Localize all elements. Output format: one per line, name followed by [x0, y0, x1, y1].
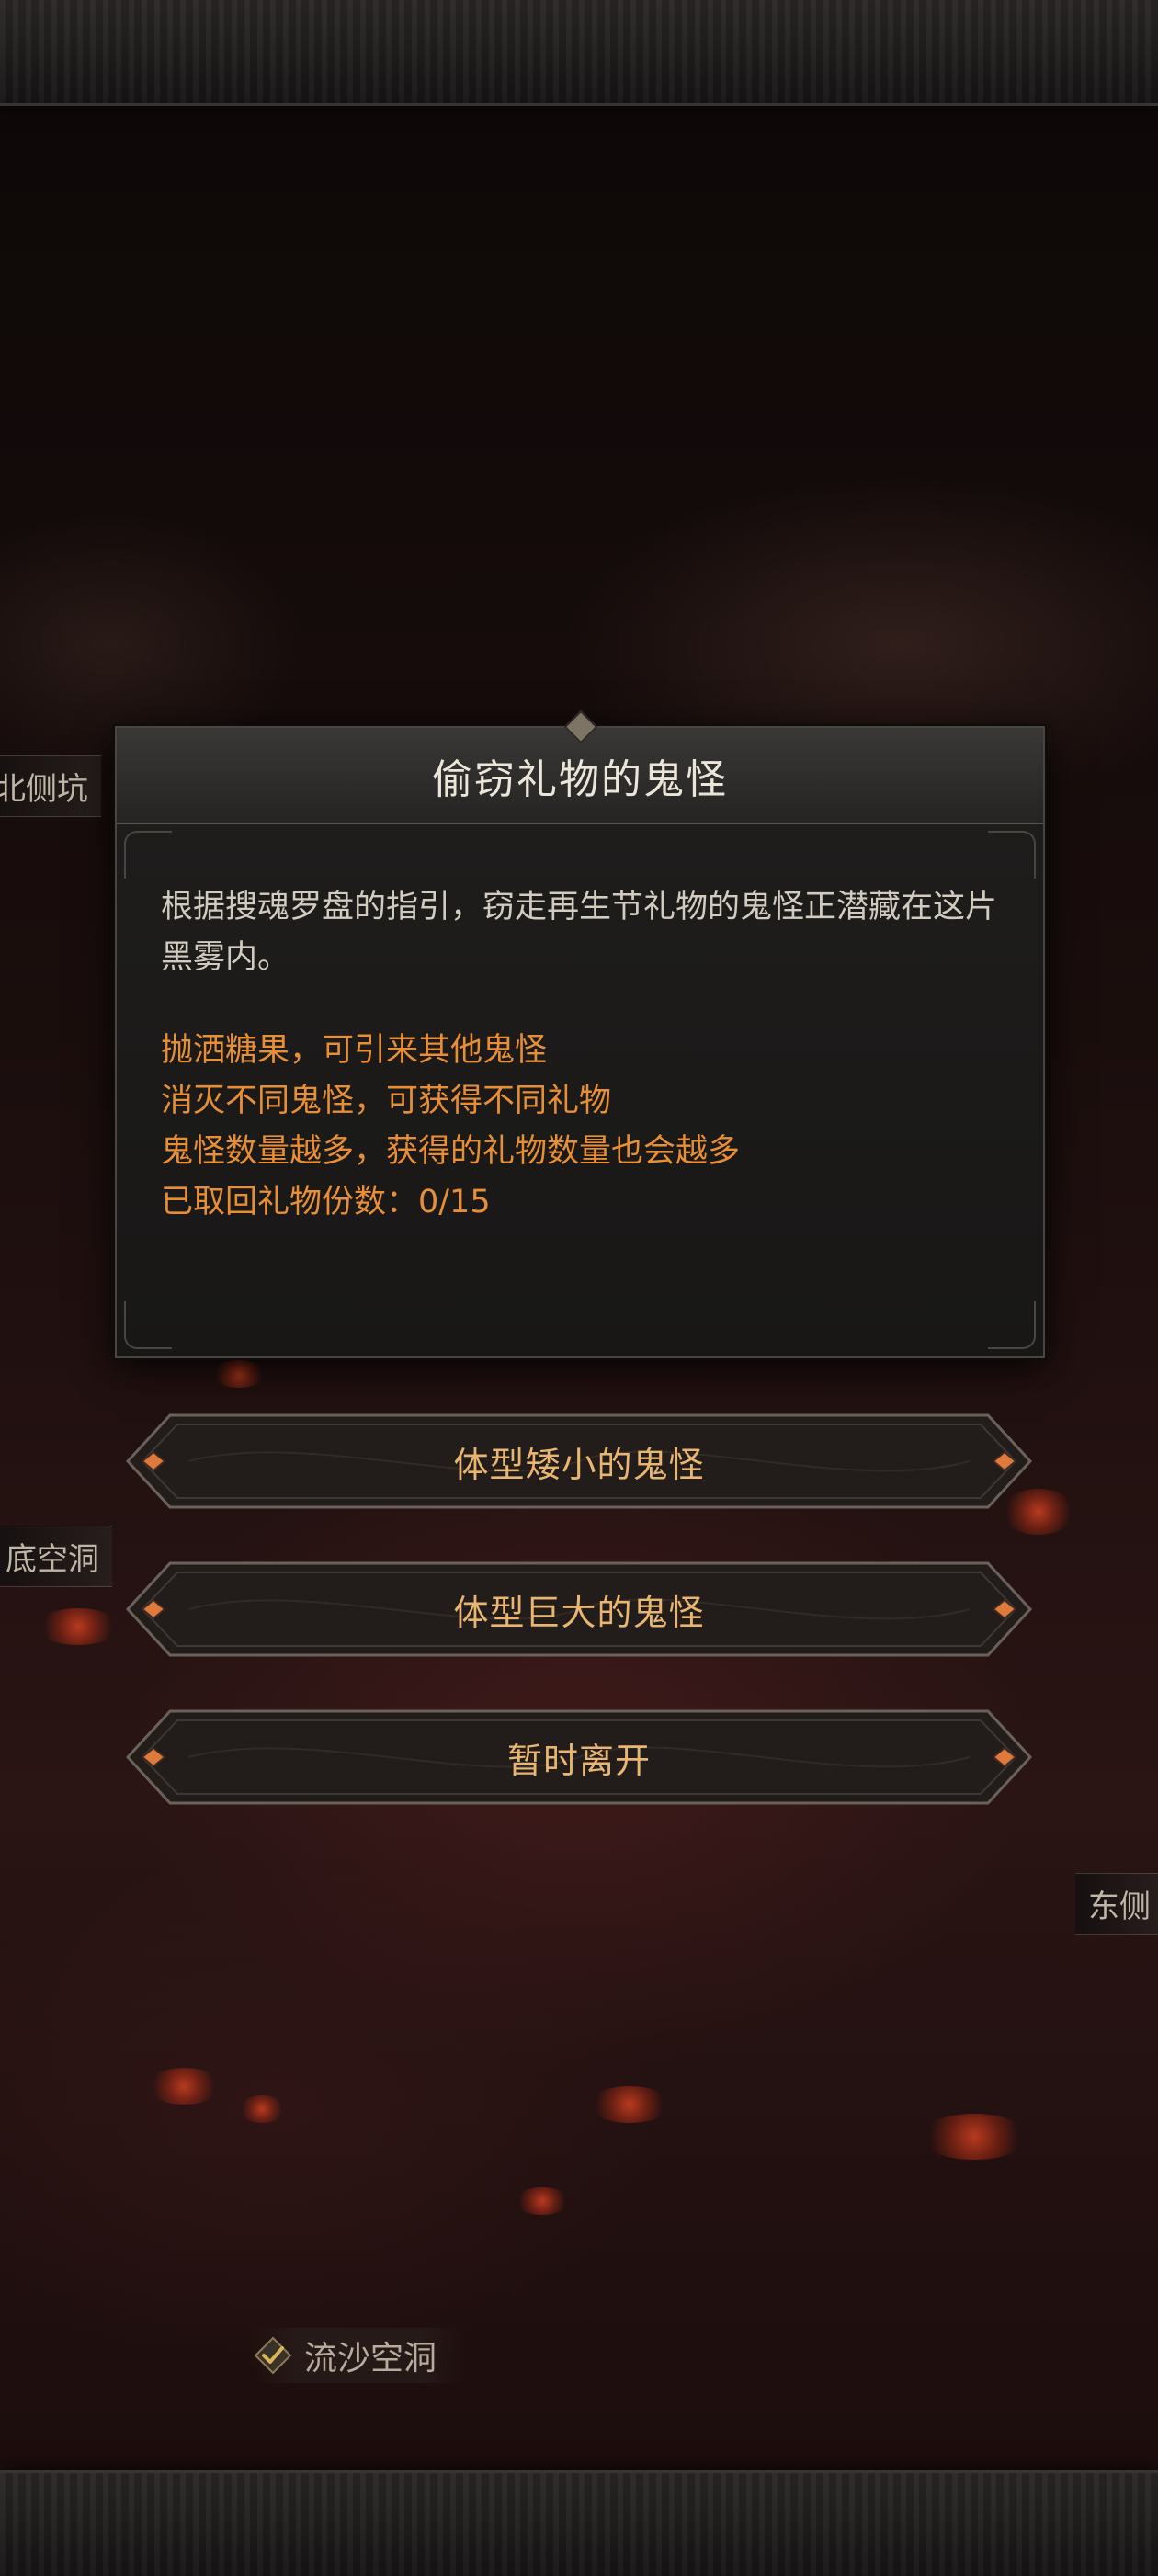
ember-decoration — [211, 1360, 267, 1388]
ember-decoration — [588, 2086, 671, 2123]
hint-list: 抛洒糖果，可引来其他鬼怪 消灭不同鬼怪，可获得不同礼物 鬼怪数量越多，获得的礼物… — [161, 1026, 1006, 1228]
ember-decoration — [37, 1608, 119, 1645]
map-label-north[interactable]: 北侧坑 — [0, 755, 101, 817]
dialog-description: 根据搜魂罗盘的指引，窃走再生节礼物的鬼怪正潜藏在这片黑雾内。 — [161, 889, 998, 976]
corner-ornament — [124, 1301, 172, 1349]
map-label-east[interactable]: 东侧 — [1075, 1873, 1158, 1935]
option-label: 体型巨大的鬼怪 — [453, 1592, 705, 1633]
checkmark-icon — [254, 2336, 292, 2375]
map-label-bottom-cave[interactable]: 底空洞 — [0, 1526, 112, 1587]
corner-ornament — [988, 1301, 1036, 1349]
bottom-frame-bar — [0, 2470, 1158, 2576]
dialog-title: 偷窃礼物的鬼怪 — [432, 755, 728, 803]
top-frame-bar — [0, 0, 1158, 106]
event-dialog: 偷窃礼物的鬼怪 根据搜魂罗盘的指引，窃走再生节礼物的鬼怪正潜藏在这片黑雾内。 抛… — [115, 709, 1045, 1358]
corner-ornament — [988, 831, 1036, 879]
hint-line: 消灭不同鬼怪，可获得不同礼物 — [161, 1083, 612, 1119]
option-label: 暂时离开 — [506, 1740, 651, 1781]
dialog-body: 根据搜魂罗盘的指引，窃走再生节礼物的鬼怪正潜藏在这片黑雾内。 抛洒糖果，可引来其… — [161, 882, 1006, 1228]
ember-decoration — [239, 2095, 285, 2123]
option-small-ghost-button[interactable]: 体型矮小的鬼怪 — [124, 1412, 1034, 1511]
hint-line: 鬼怪数量越多，获得的礼物数量也会越多 — [161, 1133, 741, 1170]
ember-decoration — [147, 2068, 221, 2105]
option-large-ghost-button[interactable]: 体型巨大的鬼怪 — [124, 1560, 1034, 1659]
ember-decoration — [919, 2114, 1029, 2160]
hint-line: 抛洒糖果，可引来其他鬼怪 — [161, 1032, 548, 1069]
location-marker-quicksand[interactable]: 流沙空洞 — [253, 2328, 465, 2383]
option-label: 体型矮小的鬼怪 — [453, 1444, 705, 1485]
location-label: 流沙空洞 — [304, 2340, 437, 2377]
gift-progress-text: 已取回礼物份数：0/15 — [161, 1184, 491, 1220]
option-leave-button[interactable]: 暂时离开 — [124, 1708, 1034, 1807]
corner-ornament — [124, 831, 172, 879]
ember-decoration — [515, 2187, 570, 2215]
